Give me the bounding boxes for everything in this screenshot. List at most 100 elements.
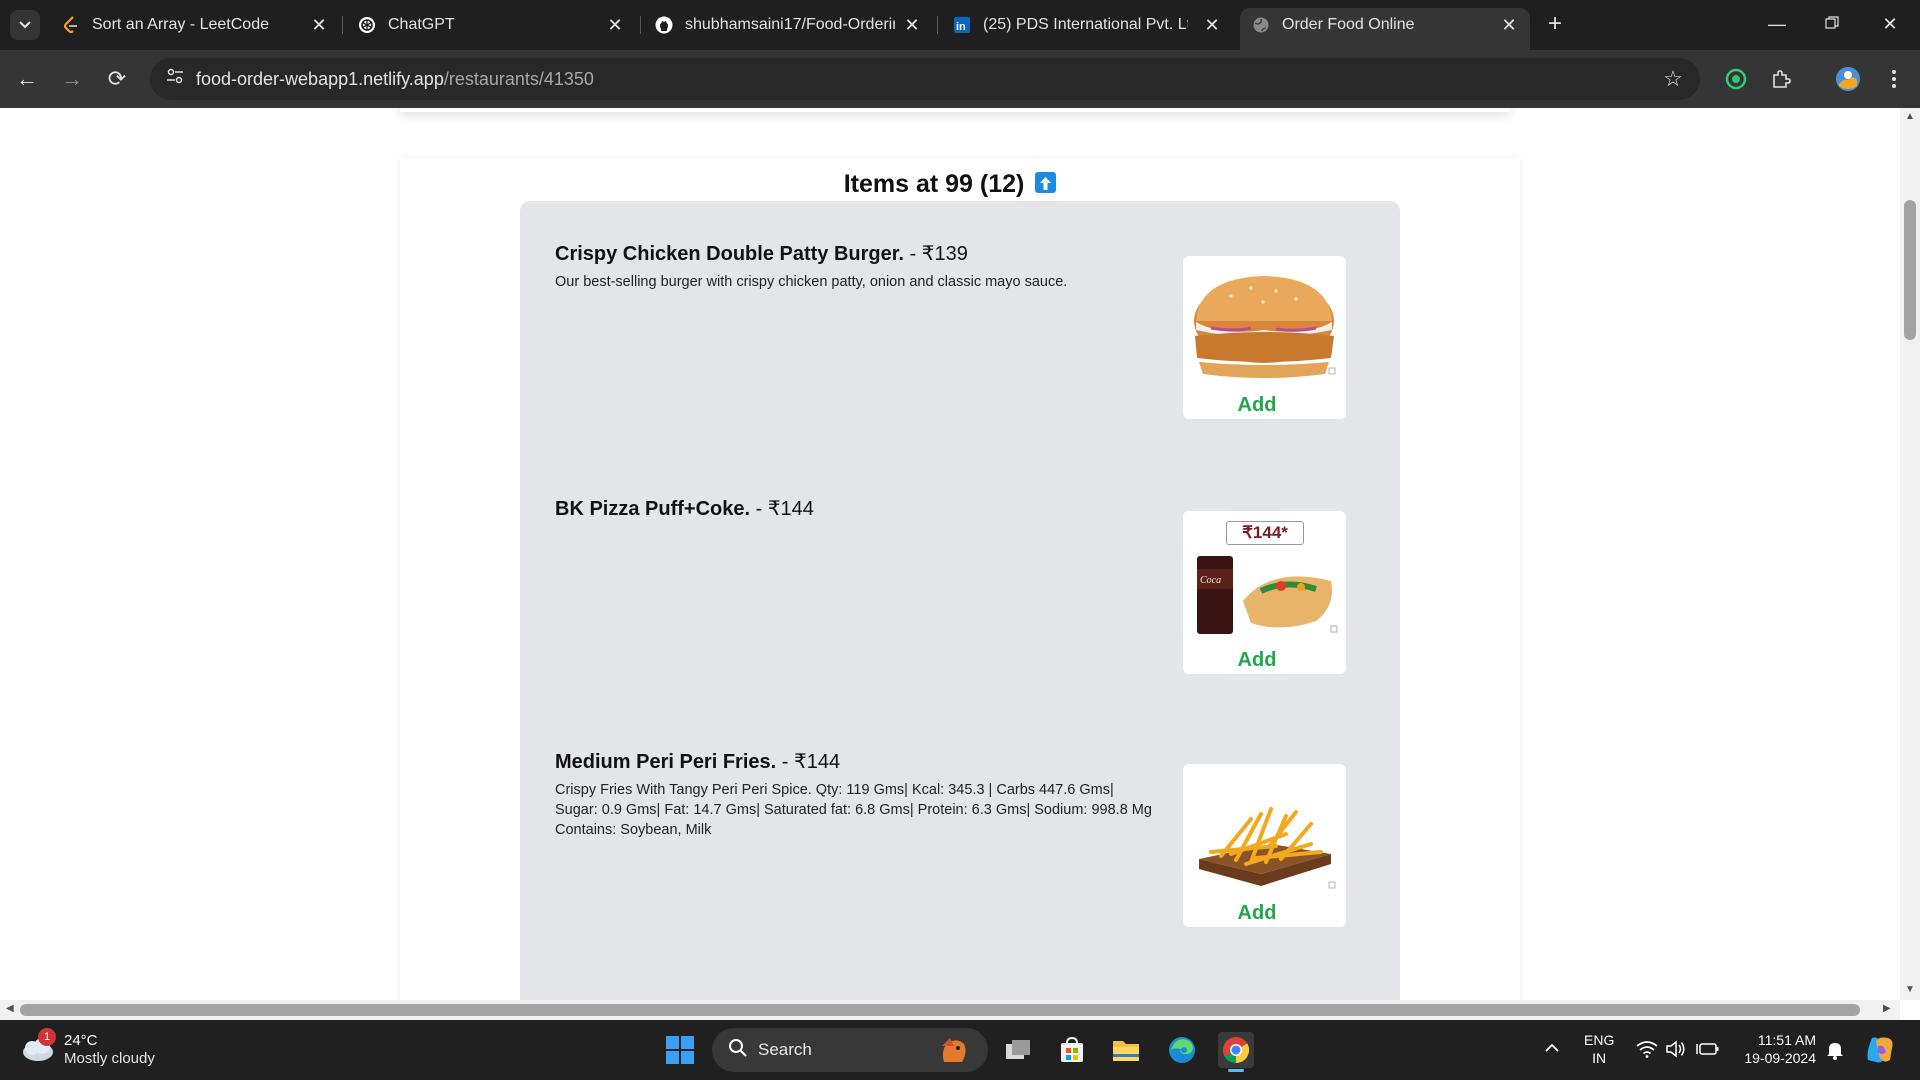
- item-description: Crispy Fries With Tangy Peri Peri Spice.…: [555, 782, 1152, 838]
- search-icon: [728, 1038, 750, 1060]
- leetcode-icon: [62, 16, 80, 34]
- notification-badge: 1: [38, 1028, 56, 1046]
- menu-items-panel: Crispy Chicken Double Patty Burger. - ₹1…: [520, 201, 1400, 1000]
- back-arrow-icon[interactable]: ←: [14, 66, 40, 92]
- vertical-scrollbar[interactable]: ▲ ▼: [1900, 108, 1920, 1000]
- items-heading-text: Items at 99 (12): [843, 170, 1025, 198]
- globe-icon: [1252, 16, 1270, 34]
- language-code: ENG: [1584, 1032, 1615, 1048]
- clock-date: 19-09-2024: [1744, 1050, 1816, 1066]
- file-explorer-icon[interactable]: [1108, 1032, 1144, 1068]
- tab-title: (25) PDS International Pvt. Ltd.:: [983, 16, 1188, 33]
- item-image-card: Add: [1183, 764, 1346, 927]
- tab-chatgpt[interactable]: ChatGPT ✕: [358, 8, 626, 42]
- microsoft-store-icon[interactable]: [1054, 1032, 1090, 1068]
- search-label: Search: [758, 1040, 812, 1059]
- extension-target-icon[interactable]: [1722, 65, 1750, 93]
- tab-leetcode[interactable]: Sort an Array - LeetCode ✕: [62, 8, 330, 42]
- scroll-up-arrow-icon[interactable]: ▲: [1905, 111, 1915, 122]
- close-icon[interactable]: ✕: [1201, 14, 1223, 36]
- scroll-right-arrow-icon[interactable]: ▶: [1883, 1003, 1891, 1014]
- volume-icon[interactable]: [1665, 1040, 1687, 1061]
- tab-title: shubhamsaini17/Food-Ordering: [685, 16, 895, 33]
- pizza-puff-coke-image: Coca: [1197, 556, 1338, 634]
- image-price-badge: ₹144*: [1226, 521, 1304, 545]
- chrome-browser-icon[interactable]: [1218, 1032, 1254, 1072]
- close-icon[interactable]: ✕: [1498, 14, 1520, 36]
- vertical-scroll-thumb[interactable]: [1904, 200, 1916, 340]
- wifi-icon[interactable]: [1636, 1040, 1658, 1061]
- task-view-icon[interactable]: [1000, 1032, 1036, 1068]
- windows-taskbar: 1 24°C Mostly cloudy Search ENG IN 11:51…: [0, 1020, 1920, 1080]
- header-shadow: [400, 108, 1510, 112]
- item-name: BK Pizza Puff+Coke.: [555, 498, 751, 520]
- svg-text:Coca: Coca: [1200, 575, 1221, 586]
- svg-text:in: in: [956, 21, 966, 33]
- tab-search-button[interactable]: [10, 10, 40, 40]
- system-clock[interactable]: 11:51 AM 19-09-2024: [1736, 1031, 1816, 1067]
- taskbar-search[interactable]: Search: [712, 1028, 988, 1072]
- close-icon[interactable]: ✕: [901, 14, 923, 36]
- add-to-cart-button[interactable]: Add: [1193, 394, 1321, 417]
- github-icon: [655, 16, 673, 34]
- add-to-cart-button[interactable]: Add: [1193, 649, 1321, 672]
- bookmark-star-icon[interactable]: ☆: [1660, 66, 1686, 92]
- close-icon[interactable]: ✕: [604, 14, 626, 36]
- tab-title: Sort an Array - LeetCode: [92, 16, 269, 33]
- item-name: Medium Peri Peri Fries.: [555, 751, 777, 773]
- battery-icon[interactable]: [1696, 1040, 1720, 1061]
- horizontal-scroll-thumb[interactable]: [20, 1004, 1860, 1016]
- horizontal-scrollbar[interactable]: ◀ ▶: [0, 1000, 1900, 1020]
- item-price: - ₹144: [750, 498, 814, 520]
- tab-separator: [640, 16, 641, 34]
- fries-image: [1199, 807, 1336, 889]
- url-text[interactable]: food-order-webapp1.netlify.app/restauran…: [196, 69, 594, 90]
- items-heading: Items at 99 (12): [0, 170, 1900, 199]
- clock-time: 11:51 AM: [1757, 1032, 1816, 1048]
- burger-image: [1194, 276, 1336, 378]
- item-description: Our best-selling burger with crispy chic…: [555, 274, 1068, 290]
- tab-linkedin[interactable]: in (25) PDS International Pvt. Ltd.: ✕: [953, 8, 1223, 42]
- browser-toolbar: ← → ⟳ food-order-webapp1.netlify.app/res…: [0, 50, 1920, 108]
- item-price: - ₹139: [903, 243, 968, 265]
- reload-icon[interactable]: ⟳: [104, 66, 130, 92]
- tab-github[interactable]: shubhamsaini17/Food-Ordering ✕: [655, 8, 923, 42]
- window-close-icon[interactable]: ✕: [1878, 12, 1902, 36]
- minimize-icon[interactable]: —: [1765, 12, 1789, 36]
- active-app-indicator: [1228, 1069, 1244, 1072]
- search-highlight-icon: [942, 1038, 966, 1062]
- copilot-icon[interactable]: [1864, 1034, 1896, 1069]
- tab-order-food-online[interactable]: Order Food Online ✕: [1240, 8, 1530, 50]
- show-hidden-icons-chevron-icon[interactable]: [1544, 1040, 1560, 1056]
- add-to-cart-button[interactable]: Add: [1193, 902, 1321, 925]
- edge-browser-icon[interactable]: [1164, 1032, 1200, 1068]
- chatgpt-icon: [358, 16, 376, 34]
- tab-title: ChatGPT: [388, 16, 455, 33]
- input-language[interactable]: ENG IN: [1584, 1031, 1614, 1067]
- scroll-left-arrow-icon[interactable]: ◀: [6, 1003, 14, 1014]
- restore-icon[interactable]: [1820, 12, 1844, 36]
- site-settings-icon[interactable]: [164, 68, 186, 90]
- address-bar[interactable]: food-order-webapp1.netlify.app/restauran…: [150, 58, 1700, 100]
- chevron-down-icon: [19, 21, 31, 29]
- forward-arrow-icon[interactable]: →: [59, 66, 85, 92]
- browser-tab-strip: Sort an Array - LeetCode ✕ ChatGPT ✕ shu…: [0, 0, 1920, 50]
- collapse-up-arrow-icon[interactable]: [1035, 172, 1057, 193]
- notification-bell-icon[interactable]: [1826, 1040, 1844, 1063]
- new-tab-button[interactable]: +: [1543, 12, 1567, 37]
- url-path: /restaurants/41350: [443, 69, 594, 89]
- tab-title: Order Food Online: [1282, 16, 1415, 33]
- weather-description: Mostly cloudy: [64, 1050, 155, 1067]
- item-price: - ₹144: [776, 751, 841, 773]
- profile-avatar-icon[interactable]: [1834, 65, 1862, 93]
- extensions-puzzle-icon[interactable]: [1767, 65, 1795, 93]
- page-viewport: Items at 99 (12) Crispy Chicken Double P…: [0, 108, 1900, 1000]
- region-code: IN: [1592, 1050, 1607, 1066]
- tab-separator: [342, 16, 343, 34]
- windows-start-icon[interactable]: [665, 1035, 695, 1065]
- menu-kebab-icon[interactable]: [1880, 65, 1908, 93]
- tab-separator: [937, 16, 938, 34]
- scroll-down-arrow-icon[interactable]: ▼: [1905, 984, 1915, 995]
- close-icon[interactable]: ✕: [308, 14, 330, 36]
- weather-widget[interactable]: 1 24°C Mostly cloudy: [20, 1028, 200, 1072]
